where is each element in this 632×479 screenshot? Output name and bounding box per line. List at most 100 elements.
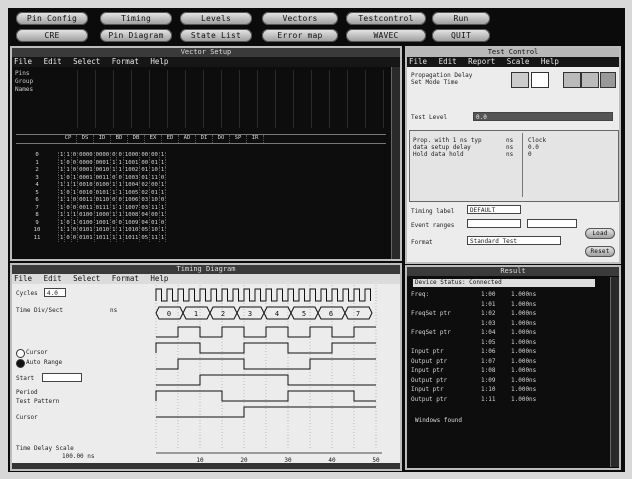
timing-button[interactable]: Timing: [100, 12, 172, 25]
test-level-field[interactable]: 0.0: [473, 112, 613, 121]
vector-header-cell: BD: [110, 135, 128, 143]
result-cell: 1.000ns: [511, 338, 537, 346]
result-cell: Freq:: [411, 291, 430, 298]
pin-name-grid: [60, 70, 390, 128]
testcontrol-button[interactable]: Testcontrol: [346, 12, 426, 25]
clock-value: 0.0: [528, 144, 539, 151]
table-cell: 9: [16, 219, 59, 227]
menu-format[interactable]: Format: [112, 57, 139, 66]
table-cell: 0000: [94, 152, 112, 160]
param-line-1: Prop. with 1 ns typ: [413, 137, 482, 144]
result-cell: 1.000ns: [511, 357, 537, 365]
menu-edit[interactable]: Edit: [44, 274, 62, 283]
table-row[interactable]: 3 1 0 1 0001 0011 0 0 1003 01 11 0: [16, 174, 167, 182]
auto-range-radio[interactable]: [16, 359, 25, 368]
wave-hscrollbar[interactable]: [12, 463, 400, 469]
result-cell: 1:03: [481, 319, 496, 327]
result-cell: 1:01: [481, 300, 496, 308]
param-unit-3: ns: [506, 151, 514, 158]
menu-report[interactable]: Report: [468, 57, 495, 66]
table-cell: 11: [149, 234, 160, 242]
mode-icon-4[interactable]: [581, 72, 599, 88]
state-list-button[interactable]: State List: [180, 29, 252, 42]
table-cell: 01: [149, 219, 160, 227]
run-button[interactable]: Run: [432, 12, 490, 25]
table-row[interactable]: 11 1 0 0 0101 1011 1 1 1011 05 11 1: [16, 234, 167, 242]
wavec-button[interactable]: WAVEC: [346, 29, 426, 42]
format-field[interactable]: Standard Test: [467, 236, 561, 245]
prop-delay-label: Propagation Delay: [411, 72, 473, 79]
table-row[interactable]: 10 1 1 0 0101 1010 1 1 1010 05 10 1: [16, 227, 167, 235]
table-row[interactable]: 2 1 1 0 0001 0010 1 1 1002 01 10 1: [16, 167, 167, 175]
table-cell: 01: [139, 167, 151, 175]
table-cell: 0000: [77, 159, 95, 167]
cre-button[interactable]: CRE: [16, 29, 88, 42]
table-row[interactable]: 6 1 1 0 0011 0110 0 0 1006 03 10 0: [16, 197, 167, 205]
menu-help[interactable]: Help: [150, 274, 168, 283]
result-cell: Output ptr: [411, 395, 448, 403]
menu-scale[interactable]: Scale: [507, 57, 530, 66]
table-row[interactable]: 1 1 0 0 0000 0001 1 1 1001 00 01 1: [16, 159, 167, 167]
cursor-label: Cursor: [26, 349, 48, 356]
quit-button[interactable]: QUIT: [432, 29, 490, 42]
menu-edit[interactable]: Edit: [44, 57, 62, 66]
vector-header-cell: DS: [76, 135, 94, 143]
table-row[interactable]: 5 1 0 1 0010 0101 1 1 1005 02 01 1: [16, 189, 167, 197]
mode-icon-5[interactable]: [600, 72, 616, 88]
result-cell: 1.000ns: [511, 376, 537, 384]
table-cell: 6: [16, 197, 59, 205]
menu-help[interactable]: Help: [541, 57, 559, 66]
param-box: Prop. with 1 ns typ data setup delay Hol…: [409, 130, 619, 202]
table-row[interactable]: 0 1 1 0 0000 0000 0 0 1000 00 00 1: [16, 152, 167, 160]
table-row[interactable]: 4 1 1 1 0010 0100 1 1 1004 02 00 1: [16, 182, 167, 190]
menu-select[interactable]: Select: [73, 57, 100, 66]
table-cell: 1000: [123, 152, 141, 160]
table-cell: 1: [159, 204, 167, 212]
error-map-button[interactable]: Error map: [262, 29, 338, 42]
menu-help[interactable]: Help: [150, 57, 168, 66]
cycles-field[interactable]: 4.0: [44, 288, 66, 297]
levels-button[interactable]: Levels: [180, 12, 252, 25]
vectors-button[interactable]: Vectors: [262, 12, 338, 25]
menu-select[interactable]: Select: [73, 274, 100, 283]
table-row[interactable]: 7 1 0 0 0011 0111 1 1 1007 03 11 1: [16, 204, 167, 212]
result-cell: 1.000ns: [511, 300, 537, 308]
table-row[interactable]: 8 1 1 1 0100 1000 1 1 1008 04 00 1: [16, 212, 167, 220]
event-range-end-field[interactable]: [527, 219, 577, 228]
menu-file[interactable]: File: [14, 57, 32, 66]
mode-icon-2[interactable]: [531, 72, 549, 88]
table-cell: 01: [139, 174, 151, 182]
signal-waveform: [156, 374, 376, 386]
table-row[interactable]: 9 1 0 1 0100 1001 0 0 1009 04 01 0: [16, 219, 167, 227]
reset-button[interactable]: Reset: [585, 246, 615, 257]
start-field[interactable]: [42, 373, 82, 382]
table-cell: 0101: [77, 227, 95, 235]
vector-setup-window: Vector Setup File Edit Select Format Hel…: [10, 46, 402, 261]
vector-scrollbar[interactable]: [391, 67, 400, 259]
load-button[interactable]: Load: [585, 228, 615, 239]
table-cell: 1001: [123, 159, 141, 167]
event-range-start-field[interactable]: [467, 219, 521, 228]
result-cell: 1:10: [481, 386, 496, 393]
cursor-radio[interactable]: [16, 349, 25, 358]
time-delay-scale-value: 100.00 ns: [62, 453, 95, 460]
timing-label: Timing label: [411, 208, 455, 215]
mode-icon-3[interactable]: [563, 72, 581, 88]
table-cell: 1010: [123, 227, 141, 235]
result-scrollbar[interactable]: [610, 277, 619, 467]
timing-label-field[interactable]: DEFAULT: [467, 205, 521, 214]
bus-value-label: 4: [275, 310, 279, 318]
test-level-label: Test Level: [411, 114, 448, 121]
menu-edit[interactable]: Edit: [439, 57, 457, 66]
mode-icon-1[interactable]: [511, 72, 529, 88]
table-cell: 4: [16, 182, 59, 190]
pin-config-button[interactable]: Pin Config: [16, 12, 88, 25]
pin-label-names: Names: [15, 86, 34, 93]
menu-file[interactable]: File: [409, 57, 427, 66]
result-cell: 1:08: [481, 367, 496, 374]
menu-file[interactable]: File: [14, 274, 32, 283]
table-cell: 10: [149, 227, 160, 235]
menu-format[interactable]: Format: [112, 274, 139, 283]
pin-diagram-button[interactable]: Pin Diagram: [100, 29, 172, 42]
param-line-2: data setup delay: [413, 144, 471, 151]
